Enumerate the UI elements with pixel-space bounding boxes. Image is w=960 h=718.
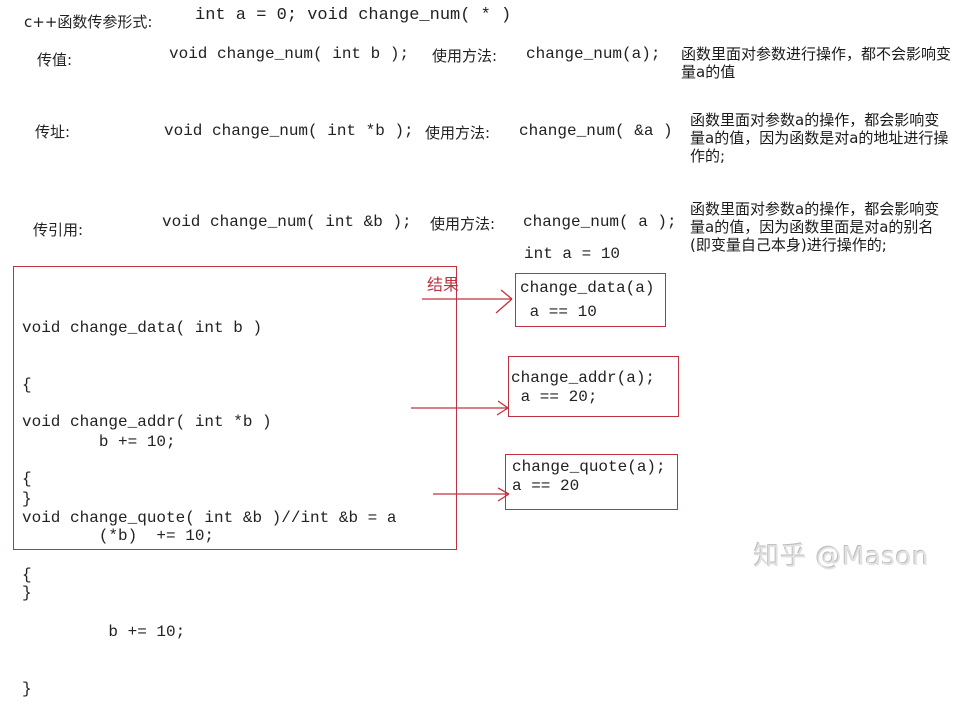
code-line: } xyxy=(22,680,32,698)
arrow-change-data xyxy=(422,289,513,314)
watermark: 知乎 @Mason xyxy=(754,542,930,572)
arrows-layer xyxy=(411,289,513,502)
arrow-change-quote xyxy=(433,487,510,502)
code-line: b += 10; xyxy=(22,623,186,641)
arrow-change-addr xyxy=(411,400,509,416)
